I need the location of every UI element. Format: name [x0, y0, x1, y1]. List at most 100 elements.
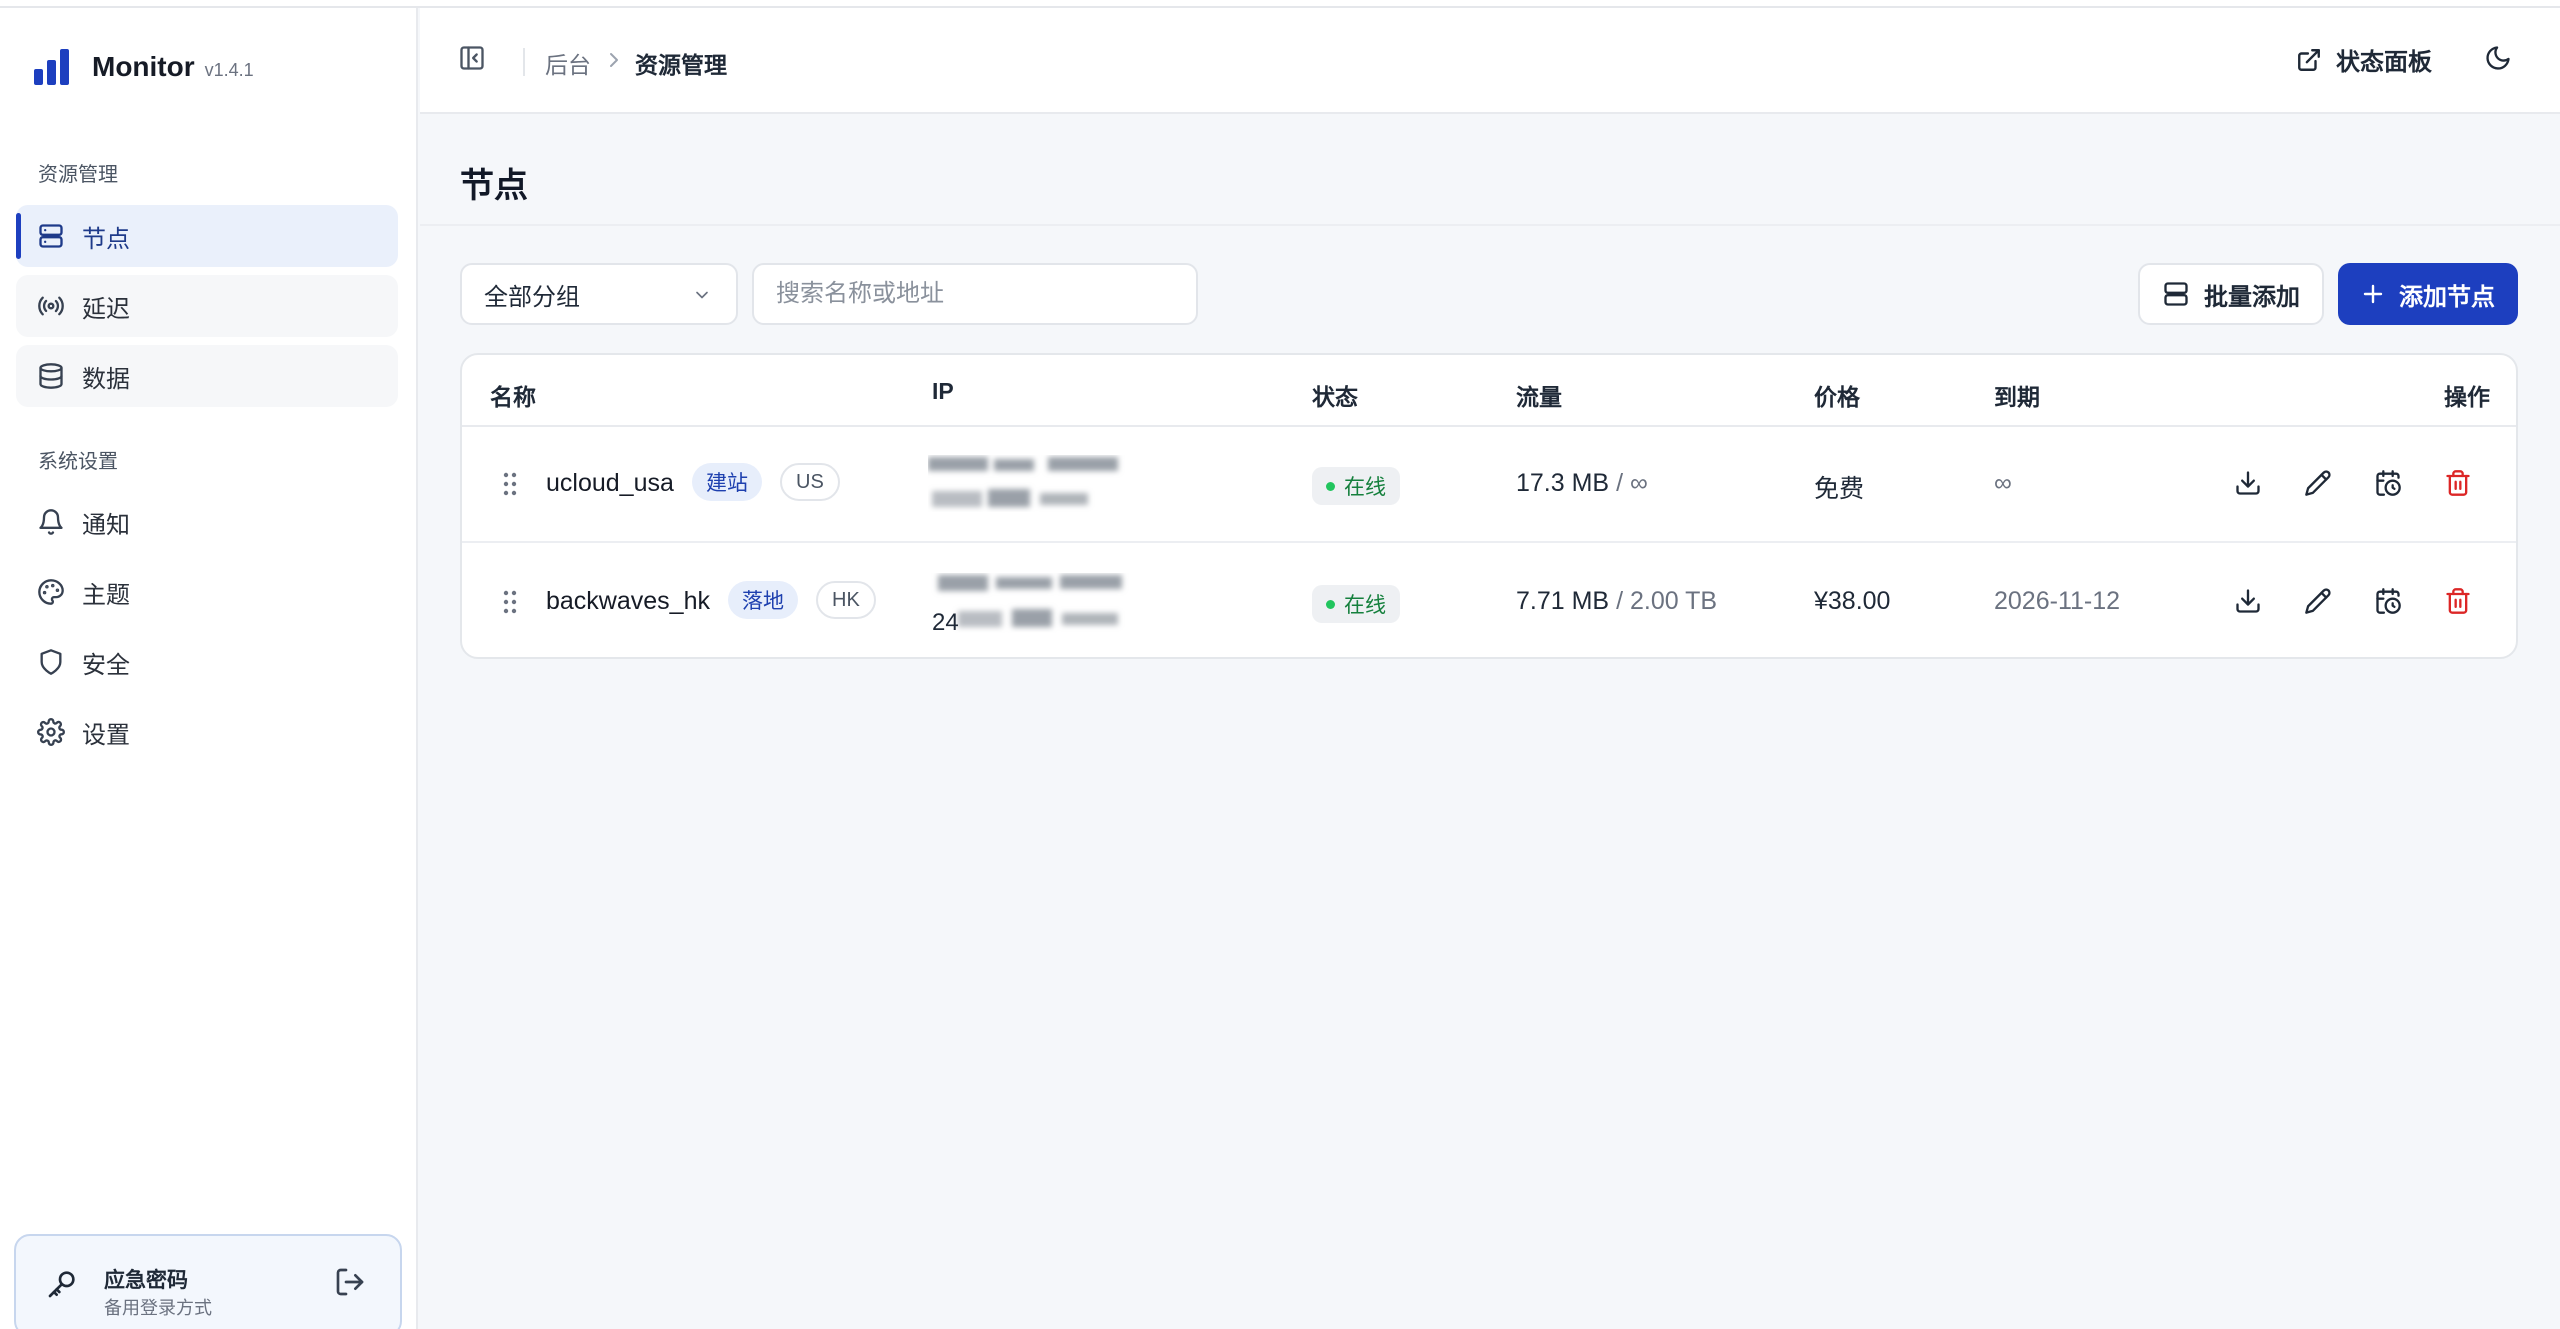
breadcrumb-current: 资源管理	[635, 52, 727, 78]
node-name: backwaves_hk	[546, 587, 710, 615]
expire-value: 2026-11-12	[1994, 587, 2121, 615]
nodes-table: 名称 IP 状态 流量 价格 到期 操作 ucloud_usa 建站 US 在线…	[460, 353, 2518, 659]
app-name: Monitor	[92, 51, 195, 82]
top-header: 后台 资源管理 状态面板	[420, 8, 2560, 114]
server-icon	[2162, 280, 2204, 308]
download-icon[interactable]	[2234, 587, 2262, 615]
sidebar-item-settings[interactable]: 设置	[16, 701, 398, 763]
table-header: 名称 IP 状态 流量 价格 到期 操作	[462, 355, 2516, 427]
column-header-price: 价格	[1814, 384, 1860, 410]
sidebar-toggle-icon[interactable]	[458, 44, 486, 72]
nav-group-title-resources: 资源管理	[38, 164, 118, 186]
plus-icon	[2361, 282, 2399, 306]
header-divider	[523, 48, 525, 76]
column-header-ip: IP	[932, 378, 954, 404]
traffic-separator: /	[1616, 587, 1624, 615]
download-icon[interactable]	[2234, 469, 2262, 497]
traffic-cap: 2.00 TB	[1629, 587, 1718, 615]
ip-redacted-blur	[928, 573, 1138, 639]
edit-pencil-icon[interactable]	[2304, 469, 2332, 497]
sidebar-item-notify[interactable]: 通知	[16, 491, 398, 553]
app-version: v1.4.1	[204, 59, 254, 80]
moon-icon[interactable]	[2484, 44, 2512, 72]
ip-prefix: 24	[932, 609, 959, 636]
emergency-subtitle: 备用登录方式	[104, 1298, 212, 1318]
edit-pencil-icon[interactable]	[2304, 587, 2332, 615]
breadcrumb-home[interactable]: 后台	[545, 46, 591, 80]
status-panel-label: 状态面板	[2336, 49, 2432, 76]
column-header-name: 名称	[490, 384, 536, 410]
sidebar-item-latency[interactable]: 延迟	[16, 275, 398, 337]
node-name: ucloud_usa	[546, 469, 674, 497]
sidebar-item-security[interactable]: 安全	[16, 631, 398, 693]
node-region: HK	[816, 581, 876, 619]
database-icon	[36, 361, 66, 391]
sidebar-item-label: 节点	[82, 225, 130, 253]
traffic-used: 17.3 MB	[1516, 469, 1610, 497]
logout-icon[interactable]	[334, 1266, 366, 1298]
sidebar-item-nodes[interactable]: 节点	[16, 205, 398, 267]
window-top-edge	[0, 0, 2560, 8]
ip-redacted-blur	[928, 455, 1138, 521]
bell-icon	[36, 507, 66, 537]
signal-icon	[36, 291, 66, 321]
node-tag: 建站	[692, 463, 762, 501]
sidebar: Monitor v1.4.1 资源管理 节点 延迟 数据 系统设置 通知 主题	[0, 8, 418, 1329]
node-region: US	[780, 463, 840, 501]
traffic-used: 7.71 MB	[1516, 587, 1610, 615]
sidebar-item-label: 数据	[82, 365, 130, 393]
sidebar-item-label: 设置	[82, 721, 130, 749]
group-filter-select[interactable]: 全部分组	[460, 263, 738, 325]
status-badge: 在线	[1312, 585, 1400, 623]
title-divider	[420, 224, 2560, 226]
add-node-button[interactable]: 添加节点	[2338, 263, 2518, 325]
server-icon	[36, 221, 66, 251]
column-header-traffic: 流量	[1516, 384, 1562, 410]
sidebar-item-label: 延迟	[82, 295, 130, 323]
column-header-actions: 操作	[2444, 384, 2490, 410]
sidebar-item-data[interactable]: 数据	[16, 345, 398, 407]
batch-add-label: 批量添加	[2204, 283, 2300, 311]
price-value: 免费	[1814, 475, 1865, 503]
trash-icon[interactable]	[2444, 469, 2472, 497]
column-header-expire: 到期	[1994, 384, 2040, 410]
drag-handle-icon[interactable]	[502, 589, 518, 615]
column-header-status: 状态	[1312, 384, 1358, 410]
key-icon	[46, 1268, 78, 1300]
price-value: ¥38.00	[1814, 587, 1891, 615]
search-input[interactable]	[752, 263, 1198, 325]
group-filter-value: 全部分组	[484, 283, 580, 311]
page-title: 节点	[460, 167, 528, 205]
bar-chart-logo-icon	[32, 47, 72, 87]
palette-icon	[36, 577, 66, 607]
status-badge: 在线	[1312, 467, 1400, 505]
status-panel-link[interactable]: 状态面板	[2296, 42, 2432, 77]
traffic-separator: /	[1616, 469, 1624, 497]
expire-value: ∞	[1994, 469, 2012, 497]
calendar-clock-icon[interactable]	[2374, 469, 2402, 497]
gear-icon	[36, 717, 66, 747]
shield-icon	[36, 647, 66, 677]
emergency-title: 应急密码	[104, 1269, 188, 1292]
table-row[interactable]: backwaves_hk 落地 HK 24 在线 7.71 MB / 2.00 …	[462, 545, 2516, 657]
batch-add-button[interactable]: 批量添加	[2138, 263, 2324, 325]
nav-group-title-system: 系统设置	[38, 451, 118, 473]
sidebar-item-label: 安全	[82, 651, 130, 679]
traffic-cap: ∞	[1629, 469, 1648, 497]
drag-handle-icon[interactable]	[502, 471, 518, 497]
table-row[interactable]: ucloud_usa 建站 US 在线 17.3 MB / ∞ 免费 ∞	[462, 427, 2516, 543]
external-link-icon	[2296, 47, 2336, 73]
chevron-right-icon	[606, 50, 622, 70]
sidebar-item-theme[interactable]: 主题	[16, 561, 398, 623]
emergency-password-card[interactable]: 应急密码 备用登录方式	[14, 1234, 402, 1329]
node-tag: 落地	[728, 581, 798, 619]
calendar-clock-icon[interactable]	[2374, 587, 2402, 615]
chevron-down-icon	[692, 285, 712, 305]
sidebar-item-label: 通知	[82, 511, 130, 539]
sidebar-item-label: 主题	[82, 581, 130, 609]
add-node-label: 添加节点	[2399, 283, 2495, 311]
traffic-value: 17.3 MB / ∞	[1516, 469, 1648, 498]
traffic-value: 7.71 MB / 2.00 TB	[1516, 587, 1717, 616]
brand[interactable]: Monitor v1.4.1	[32, 42, 254, 92]
trash-icon[interactable]	[2444, 587, 2472, 615]
